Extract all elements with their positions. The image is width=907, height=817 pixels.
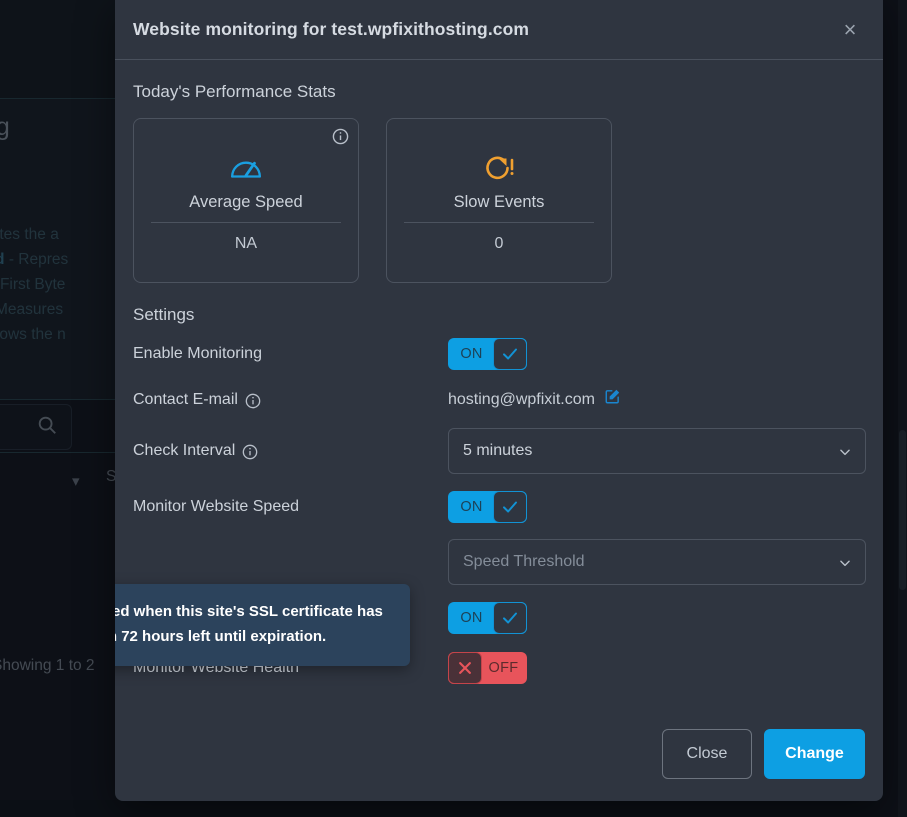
setting-control: hosting@wpfixit.com [448, 388, 865, 409]
stat-value: NA [234, 235, 258, 252]
contact-email-value-group: hosting@wpfixit.com [448, 388, 621, 409]
slow-events-clock-icon [481, 151, 517, 185]
check-icon [493, 601, 527, 634]
performance-stats-row: Average Speed NA Slow Events 0 [133, 118, 865, 283]
setting-label: Contact E-mail [133, 391, 448, 409]
close-button[interactable]: Close [662, 729, 752, 779]
setting-label-text: Contact E-mail [133, 391, 238, 408]
stat-value: 0 [494, 235, 504, 252]
close-icon[interactable]: × [835, 15, 865, 45]
toggle-monitor-website-health[interactable]: OFF [448, 651, 527, 684]
contact-email-value: hosting@wpfixit.com [448, 391, 595, 408]
setting-row-speed-threshold: Speed Threshold [133, 534, 866, 590]
setting-row-contact-email: Contact E-mail hosting@wpfixit.com [133, 377, 865, 423]
toggle-state-label: ON [460, 498, 483, 515]
setting-label: Monitor Website Speed [133, 498, 448, 516]
setting-row-monitor-website-speed: Monitor Website Speed ON [133, 479, 865, 534]
toggle-state-label: ON [460, 609, 483, 626]
modal-header: Website monitoring for test.wpfixithosti… [115, 0, 883, 60]
check-icon [493, 338, 527, 370]
modal-title: Website monitoring for test.wpfixithosti… [133, 19, 530, 39]
change-button[interactable]: Change [764, 729, 865, 779]
modal-body: Today's Performance Stats Average Speed … [115, 60, 883, 729]
stat-card-slow-events: Slow Events 0 [386, 118, 612, 283]
toggle-enable-monitoring[interactable]: ON [448, 338, 527, 370]
info-icon[interactable] [242, 444, 258, 460]
setting-label-text: Check Interval [133, 442, 236, 459]
performance-stats-heading: Today's Performance Stats [133, 82, 336, 101]
speedometer-icon [229, 151, 263, 185]
setting-control: ON [448, 490, 865, 523]
ssl-tooltip: Be notified when this site's SSL certifi… [115, 584, 410, 666]
toggle-check-ssl[interactable]: ON [448, 601, 527, 634]
check-interval-select[interactable]: 5 minutes [448, 428, 866, 474]
setting-control: ON [448, 338, 865, 370]
stat-label: Average Speed [151, 193, 341, 223]
toggle-state-label: OFF [488, 659, 519, 676]
setting-label: Enable Monitoring [133, 345, 448, 363]
check-interval-select-wrap: 5 minutes [448, 428, 866, 474]
setting-control: 5 minutes [448, 428, 866, 474]
stat-card-average-speed: Average Speed NA [133, 118, 359, 283]
stat-label: Slow Events [404, 193, 594, 223]
setting-label: Check Interval [133, 442, 448, 460]
settings-heading: Settings [133, 305, 195, 324]
toggle-state-label: ON [460, 346, 483, 362]
setting-row-check-interval: Check Interval 5 minutes [133, 423, 866, 479]
info-icon[interactable] [332, 128, 349, 145]
setting-control: ON [448, 601, 865, 634]
speed-threshold-select-wrap: Speed Threshold [448, 539, 866, 585]
setting-label-text: Monitor Website Speed [133, 497, 300, 515]
setting-row-enable-monitoring: Enable Monitoring ON [133, 331, 865, 377]
website-monitoring-modal: Website monitoring for test.wpfixithosti… [115, 0, 883, 801]
speed-threshold-select[interactable]: Speed Threshold [448, 539, 866, 585]
setting-label-text: Enable Monitoring [133, 345, 262, 362]
modal-footer: Close Change [115, 729, 883, 801]
toggle-monitor-website-speed[interactable]: ON [448, 490, 527, 523]
check-icon [493, 490, 527, 523]
edit-pencil-icon[interactable] [604, 388, 621, 405]
setting-control: OFF [448, 651, 865, 684]
setting-control: Speed Threshold [448, 539, 866, 585]
info-icon[interactable] [245, 393, 261, 409]
close-x-icon [448, 651, 482, 684]
